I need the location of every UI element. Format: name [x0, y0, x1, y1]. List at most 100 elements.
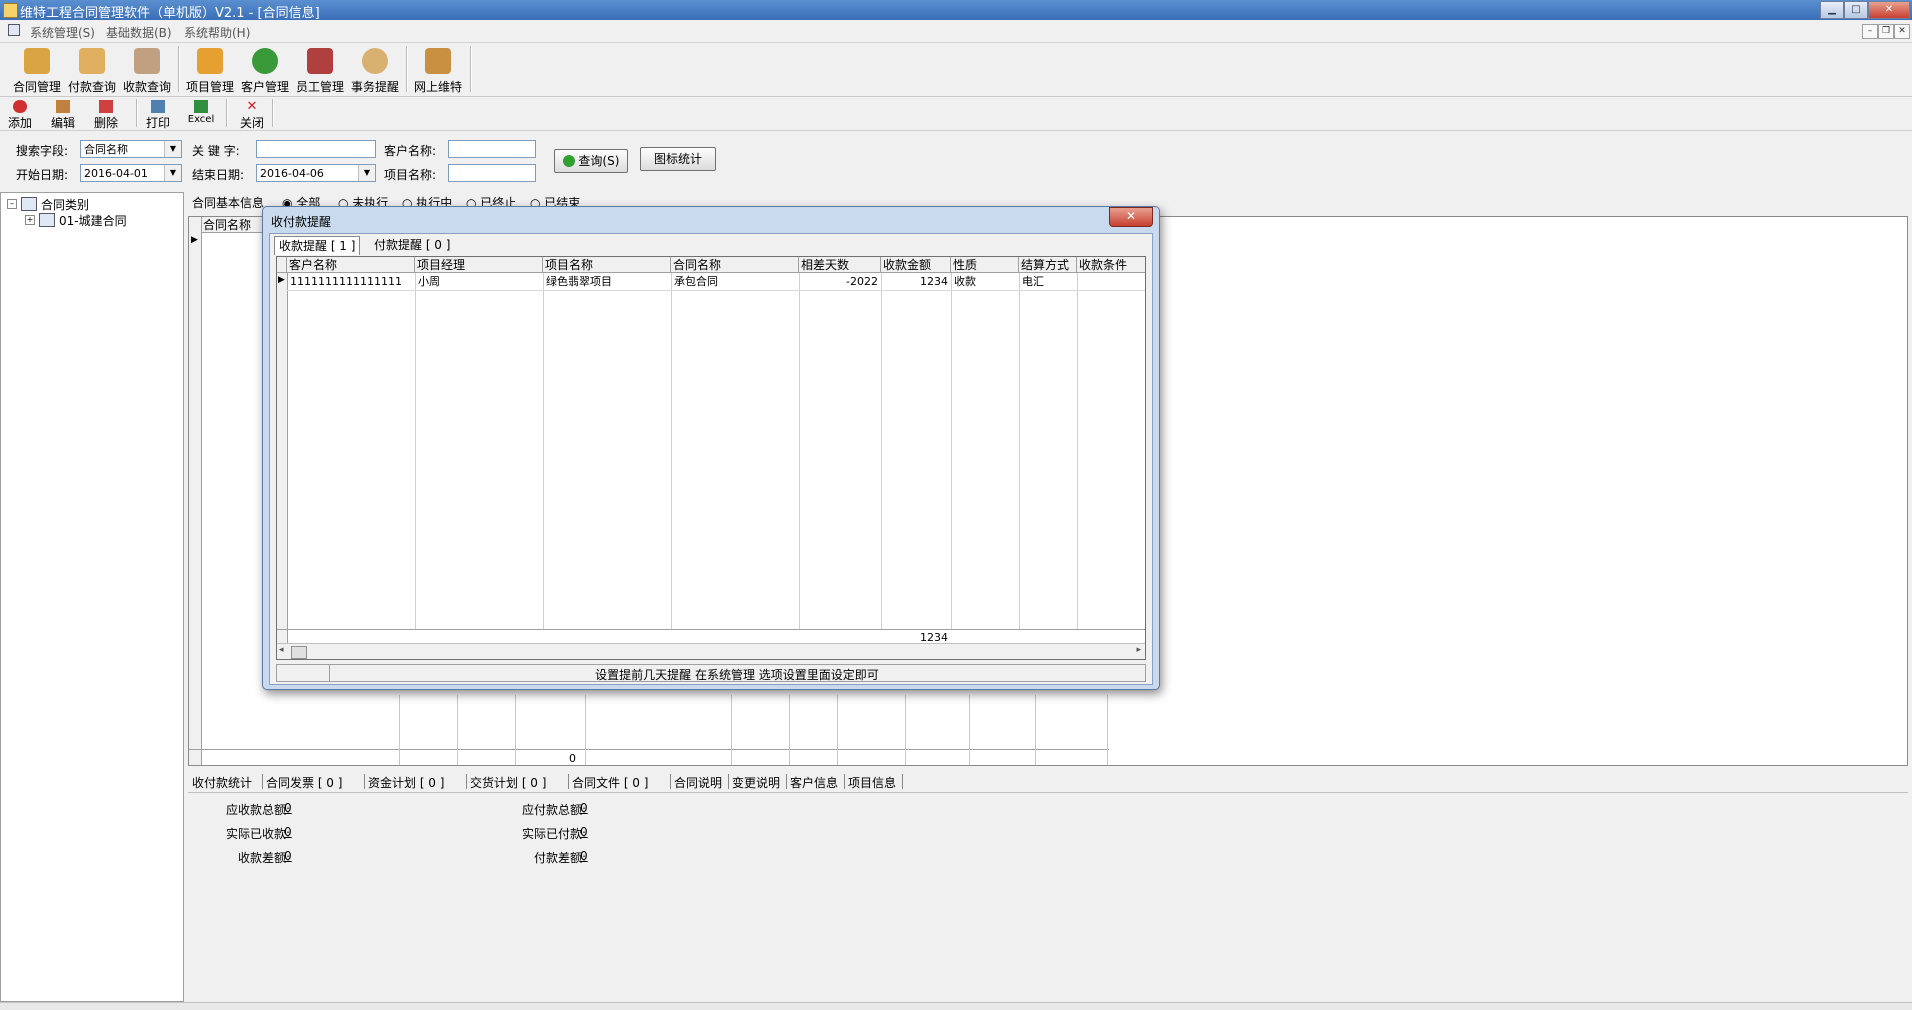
minimize-button[interactable]: ▁: [1820, 1, 1844, 19]
tab-contract-invoice[interactable]: 合同发票 [ 0 ]: [266, 774, 342, 791]
col-contract-name[interactable]: 合同名称: [671, 257, 799, 273]
tab-separator: [670, 774, 671, 789]
payment-query-button[interactable]: 付款查询: [64, 44, 120, 94]
start-date-picker[interactable]: 2016-04-01 ▼: [80, 164, 182, 182]
reminder-hint: 设置提前几天提醒 在系统管理 选项设置里面设定即可: [595, 668, 879, 682]
tab-receipt-reminder[interactable]: 收款提醒 [ 1 ]: [274, 236, 361, 255]
web-weite-button[interactable]: 网上维特: [410, 44, 466, 94]
mdi-minimize-button[interactable]: –: [1862, 24, 1878, 39]
tab-change-notes[interactable]: 变更说明: [732, 774, 780, 791]
search-panel: 搜索字段: 合同名称 ▼ 关 键 字: 客户名称: 开始日期: 2016-04-…: [0, 132, 1912, 190]
project-name-input[interactable]: [448, 164, 536, 182]
tab-payment-reminder[interactable]: 付款提醒 [ 0 ]: [370, 236, 454, 254]
grid-col-line: [415, 273, 416, 629]
cell-project-name[interactable]: 绿色翡翠项目: [543, 274, 671, 290]
tab-separator: [262, 774, 263, 789]
tab-separator: [902, 774, 903, 789]
start-date-label: 开始日期:: [16, 168, 69, 182]
cell-settlement[interactable]: 电汇: [1019, 274, 1077, 290]
col-project-name[interactable]: 项目名称: [543, 257, 671, 273]
dialog-close-button[interactable]: ✕: [1109, 207, 1153, 227]
scroll-left-icon[interactable]: ◂: [279, 645, 284, 655]
menu-help[interactable]: 系统帮助(H): [184, 24, 250, 41]
chart-stats-button[interactable]: 图标统计: [640, 147, 716, 171]
cell-nature[interactable]: 收款: [951, 274, 1019, 290]
chevron-down-icon: ▼: [164, 165, 181, 181]
grid-col-line: [731, 695, 732, 765]
cell-receipt-amount[interactable]: 1234: [881, 274, 951, 290]
customer-name-input[interactable]: [448, 140, 536, 158]
tab-separator: [844, 774, 845, 789]
reminder-grid[interactable]: 客户名称 项目经理 项目名称 合同名称 相差天数 收款金额 性质 结算方式 收款…: [276, 256, 1146, 660]
cell-customer-name[interactable]: 1111111111111111: [287, 274, 415, 290]
menu-bar: 系统管理(S) 基础数据(B) 系统帮助(H) – ❐ ✕: [0, 20, 1912, 43]
tab-separator: [568, 774, 569, 789]
tab-payment-stats[interactable]: 收付款统计: [192, 774, 252, 791]
reminder-button[interactable]: 事务提醒: [347, 44, 403, 94]
staff-manage-button[interactable]: 员工管理: [292, 44, 348, 94]
staff-icon: [307, 48, 333, 74]
pen-icon: [79, 48, 105, 74]
received-value[interactable]: 0: [284, 825, 292, 839]
col-settlement[interactable]: 结算方式: [1019, 257, 1077, 273]
maximize-button[interactable]: □: [1844, 1, 1868, 19]
col-customer-name[interactable]: 客户名称: [287, 257, 415, 273]
mdi-close-button[interactable]: ✕: [1894, 24, 1910, 39]
tab-delivery-plan[interactable]: 交货计划 [ 0 ]: [470, 774, 546, 791]
col-receipt-terms[interactable]: 收款条件: [1077, 257, 1145, 273]
row-line: [287, 290, 1145, 291]
tab-customer-info[interactable]: 客户信息: [790, 774, 838, 791]
scroll-right-icon[interactable]: ▸: [1136, 645, 1141, 655]
cell-contract-name[interactable]: 承包合同: [671, 274, 799, 290]
end-date-picker[interactable]: 2016-04-06 ▼: [256, 164, 376, 182]
keyword-input[interactable]: [256, 140, 376, 158]
customer-manage-button[interactable]: 客户管理: [237, 44, 293, 94]
pay-diff-value[interactable]: 0: [580, 849, 588, 863]
reminder-icon: [362, 48, 388, 74]
project-manage-button[interactable]: 项目管理: [182, 44, 238, 94]
close-window-button[interactable]: ✕: [1868, 1, 1910, 19]
tree-node-contract-category[interactable]: 01-城建合同: [59, 212, 127, 229]
scroll-thumb[interactable]: [291, 646, 307, 659]
search-field-select[interactable]: 合同名称 ▼: [80, 140, 182, 158]
receivable-total-value[interactable]: 0: [284, 801, 292, 815]
cell-project-manager[interactable]: 小周: [415, 274, 543, 290]
tab-separator: [728, 774, 729, 789]
receipt-query-button[interactable]: 收款查询: [119, 44, 175, 94]
receive-diff-value[interactable]: 0: [284, 849, 292, 863]
col-nature[interactable]: 性质: [951, 257, 1019, 273]
cell-days-diff[interactable]: -2022: [799, 274, 881, 290]
edit-button[interactable]: 编辑: [43, 98, 83, 130]
cell-receipt-terms[interactable]: [1077, 274, 1145, 290]
tree-expand-icon[interactable]: +: [25, 215, 35, 225]
menu-system[interactable]: 系统管理(S): [30, 24, 95, 41]
grid-col-line: [905, 695, 906, 765]
horizontal-scrollbar[interactable]: ◂ ▸: [277, 643, 1145, 659]
tab-contract-files[interactable]: 合同文件 [ 0 ]: [572, 774, 648, 791]
go-icon: [562, 155, 575, 167]
add-button[interactable]: 添加: [0, 98, 40, 130]
tab-project-info[interactable]: 项目信息: [848, 774, 896, 791]
keyword-label: 关 键 字:: [192, 144, 240, 158]
toolbar-separator: [226, 99, 228, 127]
col-days-diff[interactable]: 相差天数: [799, 257, 881, 273]
delete-button[interactable]: 删除: [86, 98, 126, 130]
tab-contract-notes[interactable]: 合同说明: [674, 774, 722, 791]
col-receipt-amount[interactable]: 收款金额: [881, 257, 951, 273]
col-project-manager[interactable]: 项目经理: [415, 257, 543, 273]
web-icon: [425, 48, 451, 74]
menu-basic-data[interactable]: 基础数据(B): [106, 24, 172, 41]
print-button[interactable]: 打印: [138, 98, 178, 130]
tree-root-node[interactable]: 合同类别: [41, 196, 89, 213]
paid-value[interactable]: 0: [580, 825, 588, 839]
contract-manage-button[interactable]: 合同管理: [9, 44, 65, 94]
main-toolbar: 合同管理 付款查询 收款查询 项目管理 客户管理 员工管理 事务提醒 网上维特: [0, 42, 1912, 97]
tree-collapse-icon[interactable]: –: [7, 199, 17, 209]
mdi-restore-button[interactable]: ❐: [1878, 24, 1894, 39]
tab-fund-plan[interactable]: 资金计划 [ 0 ]: [368, 774, 444, 791]
receipt-icon: [134, 48, 160, 74]
excel-button[interactable]: Excel: [181, 98, 221, 128]
close-button[interactable]: ✕ 关闭: [232, 98, 272, 130]
payable-total-value[interactable]: 0: [580, 801, 588, 815]
query-button[interactable]: 查询(S): [554, 149, 628, 173]
